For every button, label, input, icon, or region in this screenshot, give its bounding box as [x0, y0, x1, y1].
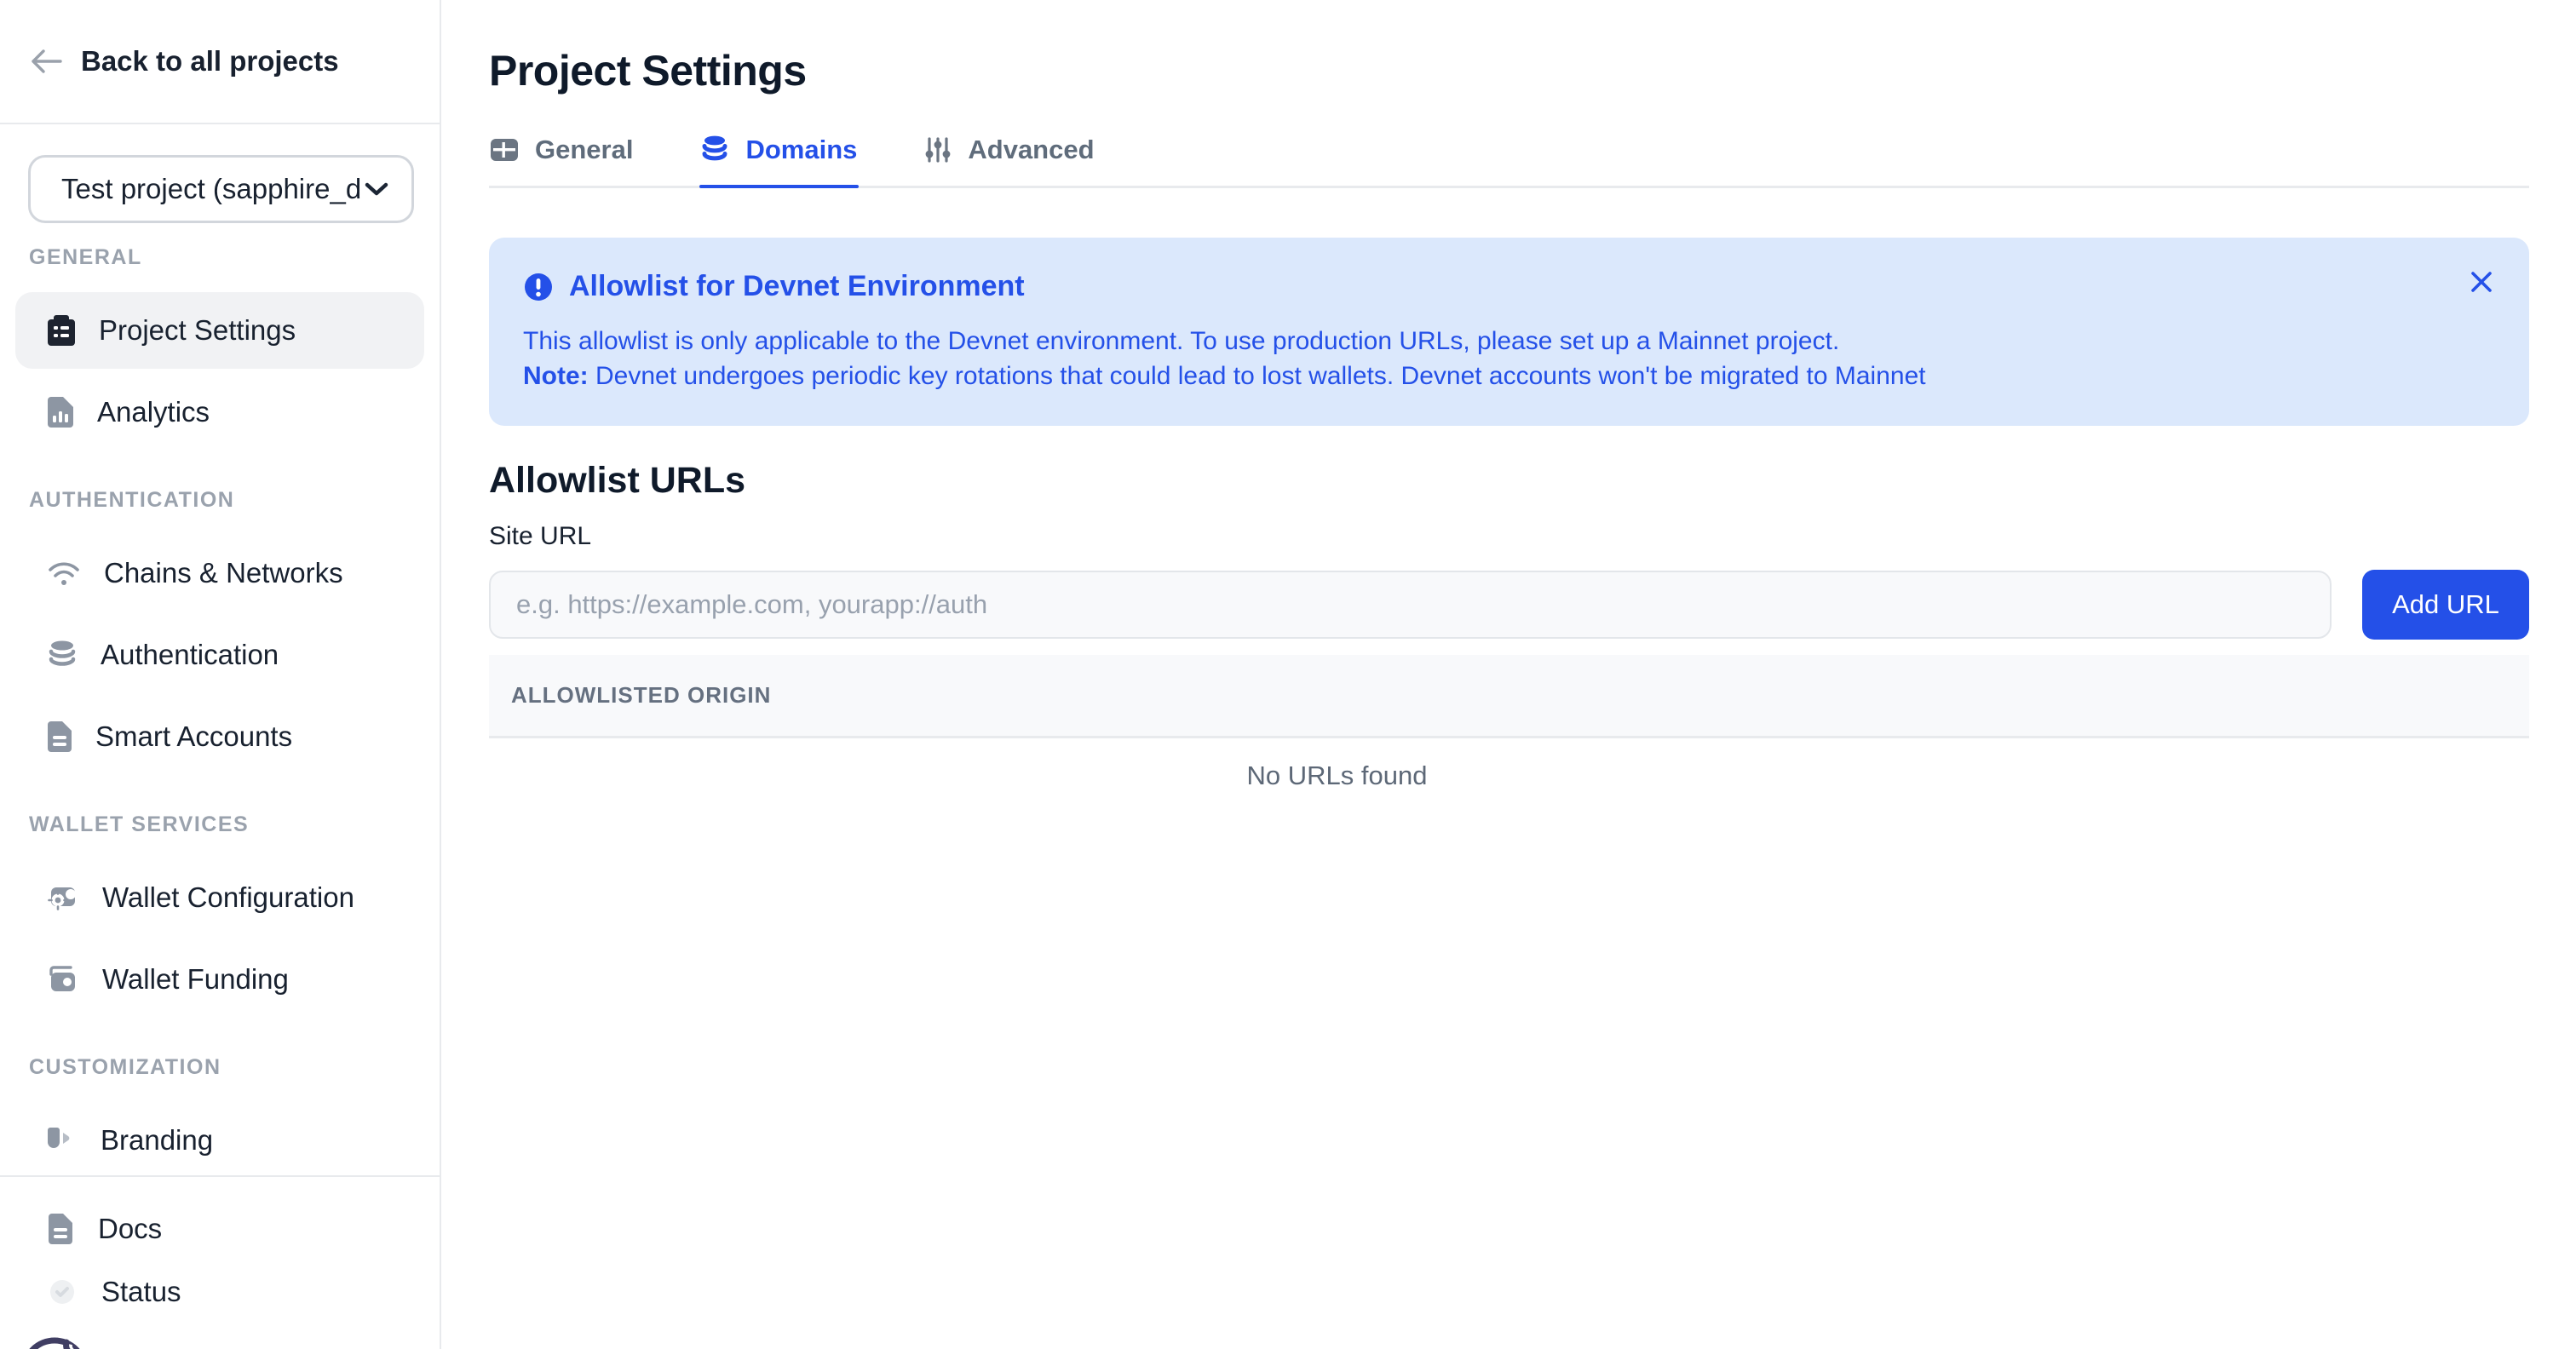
sidebar-item-authentication[interactable]: Authentication — [15, 617, 424, 693]
project-selector[interactable]: Test project (sapphire_de — [28, 155, 414, 223]
main-content: Project Settings General Domains Advance… — [441, 0, 2576, 1349]
banner-line1: This allowlist is only applicable to the… — [523, 324, 2495, 359]
table-header-row: ALLOWLISTED ORIGIN — [489, 655, 2529, 738]
tab-domains[interactable]: Domains — [699, 135, 859, 186]
status-icon — [49, 1278, 76, 1306]
tab-label: Domains — [745, 135, 857, 165]
page-title: Project Settings — [489, 46, 2529, 95]
sidebar-item-label: Authentication — [101, 639, 279, 671]
sidebar-item-branding[interactable]: Branding — [15, 1102, 424, 1175]
add-url-button[interactable]: Add URL — [2362, 570, 2529, 640]
url-input-row: Add URL — [489, 570, 2529, 640]
wallet-card-icon — [48, 966, 78, 993]
sidebar-item-wallet-configuration[interactable]: Wallet Configuration — [15, 859, 424, 936]
wifi-icon — [48, 560, 80, 587]
branding-icon — [48, 1126, 77, 1155]
site-url-input[interactable] — [489, 571, 2332, 639]
sidebar-item-analytics[interactable]: Analytics — [15, 374, 424, 451]
back-label: Back to all projects — [81, 45, 339, 77]
sidebar-item-label: Project Settings — [99, 314, 296, 347]
banner-title: Allowlist for Devnet Environment — [569, 270, 1025, 303]
chevron-down-icon — [364, 181, 389, 198]
banner-body: This allowlist is only applicable to the… — [523, 324, 2495, 393]
docs-icon — [49, 1214, 72, 1244]
sidebar-item-smart-accounts[interactable]: Smart Accounts — [15, 698, 424, 775]
banner-note: Note: Devnet undergoes periodic key rota… — [523, 359, 2495, 393]
sidebar-item-project-settings[interactable]: Project Settings — [15, 292, 424, 369]
sidebar-nav: GENERAL Project Settings Analytics AUTHE… — [0, 223, 440, 1175]
project-selector-value: Test project (sapphire_de — [61, 173, 361, 205]
site-url-label: Site URL — [489, 522, 2529, 551]
cookie-consent-icon[interactable] — [19, 1334, 92, 1349]
sidebar-item-label: Status — [101, 1276, 181, 1308]
sidebar-item-label: Branding — [101, 1124, 213, 1157]
sidebar: Back to all projects Test project (sapph… — [0, 0, 441, 1349]
analytics-icon — [48, 397, 73, 428]
tab-advanced[interactable]: Advanced — [923, 135, 1095, 186]
wallet-gear-icon — [48, 884, 78, 911]
tab-bar: General Domains Advanced — [489, 135, 2529, 188]
sidebar-item-label: Analytics — [97, 396, 210, 428]
sidebar-item-label: Chains & Networks — [104, 557, 343, 589]
back-to-projects-button[interactable]: Back to all projects — [0, 0, 440, 124]
sidebar-item-label: Docs — [98, 1213, 162, 1245]
table-icon — [491, 139, 518, 161]
sidebar-item-status[interactable]: Status — [0, 1260, 440, 1323]
tab-label: General — [535, 135, 633, 165]
sidebar-item-label: Smart Accounts — [95, 720, 292, 753]
devnet-allowlist-banner: Allowlist for Devnet Environment This al… — [489, 238, 2529, 426]
allowlisted-origins-table: ALLOWLISTED ORIGIN No URLs found — [489, 655, 2529, 791]
sidebar-footer: Docs Status — [0, 1175, 440, 1349]
close-icon — [2469, 269, 2494, 295]
sidebar-item-label: Wallet Funding — [102, 963, 289, 996]
sidebar-item-docs[interactable]: Docs — [0, 1197, 440, 1260]
arrow-left-icon — [30, 49, 62, 74]
clipboard-icon — [48, 315, 75, 346]
database-icon — [48, 640, 77, 670]
empty-state-text: No URLs found — [489, 761, 2529, 791]
column-header-allowlisted-origin: ALLOWLISTED ORIGIN — [511, 682, 771, 709]
tab-general[interactable]: General — [489, 135, 635, 186]
section-label-wallet-services: WALLET SERVICES — [29, 812, 411, 837]
file-icon — [48, 721, 72, 752]
info-icon — [523, 272, 554, 302]
banner-note-label: Note: — [523, 362, 589, 390]
section-label-general: GENERAL — [29, 245, 411, 270]
section-label-authentication: AUTHENTICATION — [29, 488, 411, 513]
sidebar-item-chains-networks[interactable]: Chains & Networks — [15, 535, 424, 611]
banner-note-text: Devnet undergoes periodic key rotations … — [589, 362, 1926, 390]
database-icon — [701, 135, 728, 164]
close-banner-button[interactable] — [2466, 267, 2497, 297]
section-label-customization: CUSTOMIZATION — [29, 1055, 411, 1080]
sidebar-item-wallet-funding[interactable]: Wallet Funding — [15, 941, 424, 1018]
allowlist-urls-heading: Allowlist URLs — [489, 460, 2529, 502]
tab-label: Advanced — [968, 135, 1094, 165]
sidebar-item-label: Wallet Configuration — [102, 881, 354, 914]
app-root: Back to all projects Test project (sapph… — [0, 0, 2576, 1349]
sliders-icon — [925, 137, 951, 163]
